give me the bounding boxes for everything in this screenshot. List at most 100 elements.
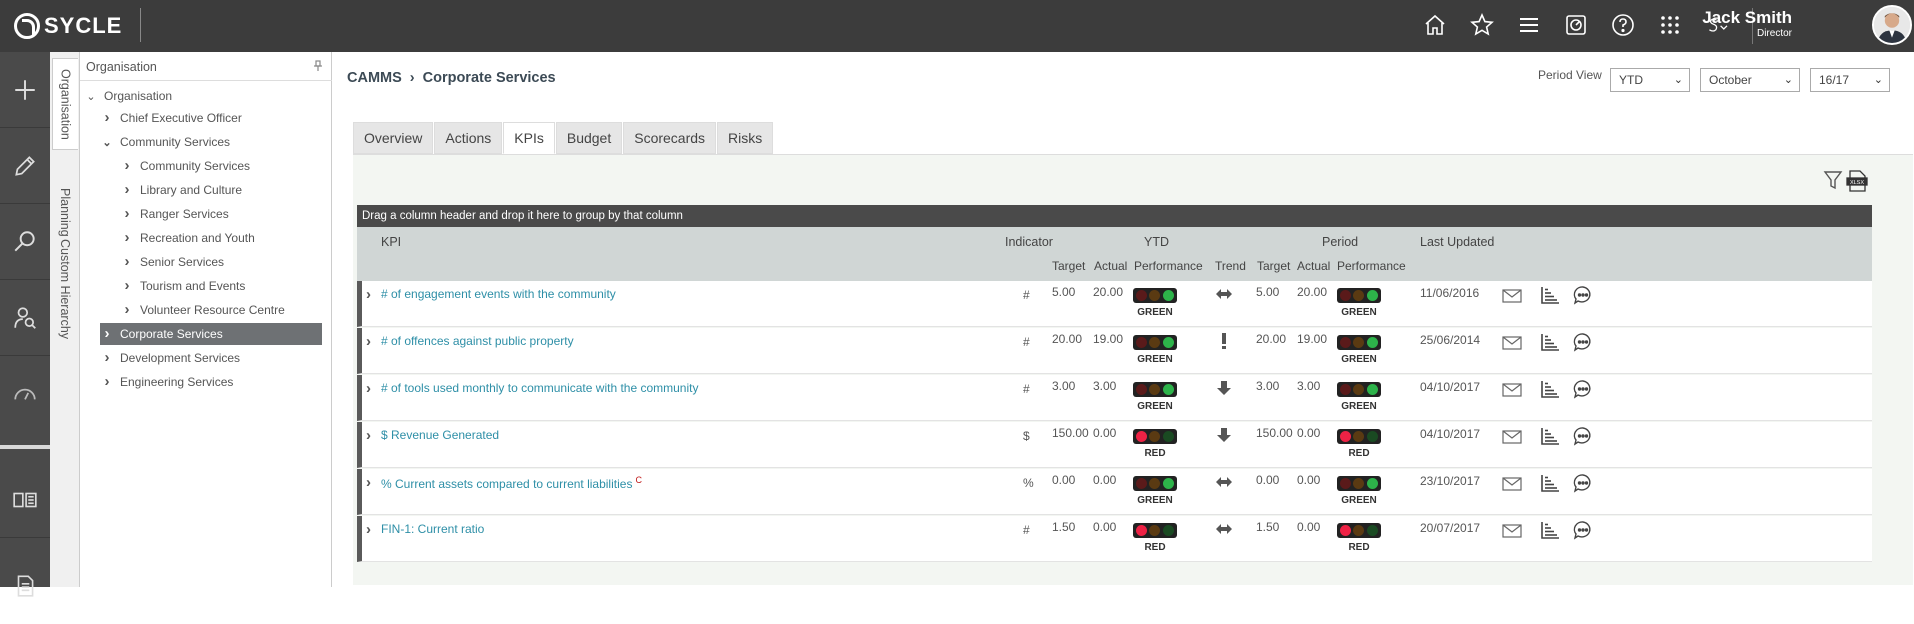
menu-icon[interactable]: [1514, 10, 1544, 40]
group-by-drop-zone[interactable]: Drag a column header and drop it here to…: [357, 205, 1872, 227]
chevron-down-icon[interactable]: ⌄: [84, 86, 98, 108]
bar-chart-icon[interactable]: [1540, 332, 1560, 352]
kpi-name-link[interactable]: $ Revenue Generated: [381, 428, 499, 442]
kpi-name-link[interactable]: # of tools used monthly to communicate w…: [381, 381, 698, 395]
tab-overview[interactable]: Overview: [353, 122, 434, 154]
period-year-select[interactable]: 16/17 ⌄: [1810, 68, 1890, 92]
period-view-select[interactable]: YTD ⌄: [1610, 68, 1690, 92]
tab-kpis[interactable]: KPIs: [503, 122, 555, 154]
period-month-select[interactable]: October ⌄: [1700, 68, 1800, 92]
col-period-actual[interactable]: Actual: [1297, 259, 1330, 273]
rail-report[interactable]: [0, 462, 50, 538]
tree-node-root[interactable]: ⌄ Organisation: [84, 85, 172, 107]
chevron-right-icon[interactable]: ›: [120, 227, 134, 249]
bar-chart-icon[interactable]: [1540, 473, 1560, 493]
star-icon[interactable]: [1467, 10, 1497, 40]
kpi-name-link[interactable]: % Current assets compared to current lia…: [381, 475, 642, 491]
chevron-down-icon[interactable]: ⌄: [100, 132, 114, 154]
chevron-right-icon[interactable]: ›: [366, 380, 371, 397]
comment-icon[interactable]: [1573, 473, 1593, 493]
comment-icon[interactable]: [1573, 379, 1593, 399]
chevron-right-icon[interactable]: ›: [120, 179, 134, 201]
home-icon[interactable]: [1420, 10, 1450, 40]
chevron-right-icon[interactable]: ›: [366, 333, 371, 350]
sycle-logo[interactable]: SYCLE: [14, 10, 122, 42]
bar-chart-icon[interactable]: [1540, 379, 1560, 399]
tree-node[interactable]: › Library and Culture: [120, 179, 243, 201]
chevron-right-icon[interactable]: ›: [120, 203, 134, 225]
tree-node[interactable]: › Community Services: [120, 155, 251, 177]
tree-node[interactable]: › Senior Services: [120, 251, 225, 273]
kpi-name-link[interactable]: FIN-1: Current ratio: [381, 522, 484, 536]
col-ytd-actual[interactable]: Actual: [1094, 259, 1127, 273]
tree-node[interactable]: › Recreation and Youth: [120, 227, 255, 249]
comment-icon[interactable]: [1573, 426, 1593, 446]
col-period-target[interactable]: Target: [1257, 259, 1290, 273]
col-period-performance[interactable]: Performance: [1337, 259, 1406, 273]
help-icon[interactable]: [1608, 10, 1638, 40]
email-icon[interactable]: [1502, 427, 1522, 447]
email-icon[interactable]: [1502, 333, 1522, 353]
chevron-right-icon[interactable]: ›: [120, 251, 134, 273]
tab-risks[interactable]: Risks: [717, 122, 774, 154]
chevron-right-icon[interactable]: ›: [120, 299, 134, 321]
col-indicator[interactable]: Indicator: [1005, 235, 1053, 249]
email-icon[interactable]: [1502, 521, 1522, 541]
breadcrumb-root[interactable]: CAMMS: [347, 70, 402, 86]
tree-node[interactable]: › Engineering Services: [100, 371, 234, 393]
table-row[interactable]: › # of tools used monthly to communicate …: [357, 375, 1872, 421]
tab-actions[interactable]: Actions: [434, 122, 503, 154]
kpi-name-link[interactable]: # of engagement events with the communit…: [381, 287, 616, 301]
email-icon[interactable]: [1502, 380, 1522, 400]
email-icon[interactable]: [1502, 286, 1522, 306]
vtab-organisation[interactable]: Organisation: [52, 58, 78, 150]
rail-edit[interactable]: [0, 128, 50, 204]
tree-node[interactable]: › Chief Executive Officer: [100, 107, 242, 129]
chevron-right-icon[interactable]: ›: [120, 275, 134, 297]
tree-node[interactable]: › Ranger Services: [120, 203, 229, 225]
table-row[interactable]: › $ Revenue Generated $150.00 0.00 RED 150.00…: [357, 422, 1872, 468]
comment-icon[interactable]: [1573, 332, 1593, 352]
apps-grid-icon[interactable]: [1655, 10, 1685, 40]
chevron-right-icon[interactable]: ›: [120, 155, 134, 177]
chevron-right-icon[interactable]: ›: [100, 347, 114, 369]
chevron-right-icon[interactable]: ›: [100, 323, 114, 345]
tree-node[interactable]: › Corporate Services: [100, 323, 322, 345]
bar-chart-icon[interactable]: [1540, 426, 1560, 446]
rail-add[interactable]: [0, 52, 50, 128]
kpi-name-link[interactable]: # of offences against public property: [381, 334, 574, 348]
tree-node[interactable]: › Tourism and Events: [120, 275, 246, 297]
comment-icon[interactable]: [1573, 520, 1593, 540]
col-ytd-target[interactable]: Target: [1052, 259, 1085, 273]
chevron-right-icon[interactable]: ›: [100, 107, 114, 129]
vtab-custom-hierarchy[interactable]: Custom Hierarchy: [52, 224, 78, 354]
rail-gauge[interactable]: [0, 356, 50, 432]
chevron-right-icon[interactable]: ›: [366, 427, 371, 444]
comment-icon[interactable]: [1573, 285, 1593, 305]
chevron-right-icon[interactable]: ›: [100, 371, 114, 393]
chevron-right-icon[interactable]: ›: [366, 474, 371, 491]
bar-chart-icon[interactable]: [1540, 285, 1560, 305]
tab-budget[interactable]: Budget: [555, 122, 623, 154]
rail-document[interactable]: [0, 548, 50, 624]
pin-icon[interactable]: [313, 60, 323, 72]
dashboard-icon[interactable]: [1561, 10, 1591, 40]
email-icon[interactable]: [1502, 474, 1522, 494]
bar-chart-icon[interactable]: [1540, 520, 1560, 540]
rail-search[interactable]: [0, 204, 50, 280]
tree-node[interactable]: ⌄ Community Services: [100, 131, 230, 153]
table-row[interactable]: › # of engagement events with the communi…: [357, 281, 1872, 327]
table-row[interactable]: › # of offences against public property #2…: [357, 328, 1872, 374]
tab-scorecards[interactable]: Scorecards: [623, 122, 717, 154]
user-name[interactable]: Jack Smith: [1702, 8, 1792, 28]
col-ytd-performance[interactable]: Performance: [1134, 259, 1203, 273]
chevron-right-icon[interactable]: ›: [366, 521, 371, 538]
export-xlsx-icon[interactable]: XLSX: [1845, 169, 1869, 192]
chevron-right-icon[interactable]: ›: [366, 286, 371, 303]
table-row[interactable]: › % Current assets compared to current li…: [357, 469, 1872, 515]
col-kpi[interactable]: KPI: [381, 235, 401, 249]
tree-node[interactable]: › Volunteer Resource Centre: [120, 299, 285, 321]
tree-node[interactable]: › Development Services: [100, 347, 241, 369]
rail-user-search[interactable]: [0, 280, 50, 356]
avatar[interactable]: [1872, 5, 1912, 45]
